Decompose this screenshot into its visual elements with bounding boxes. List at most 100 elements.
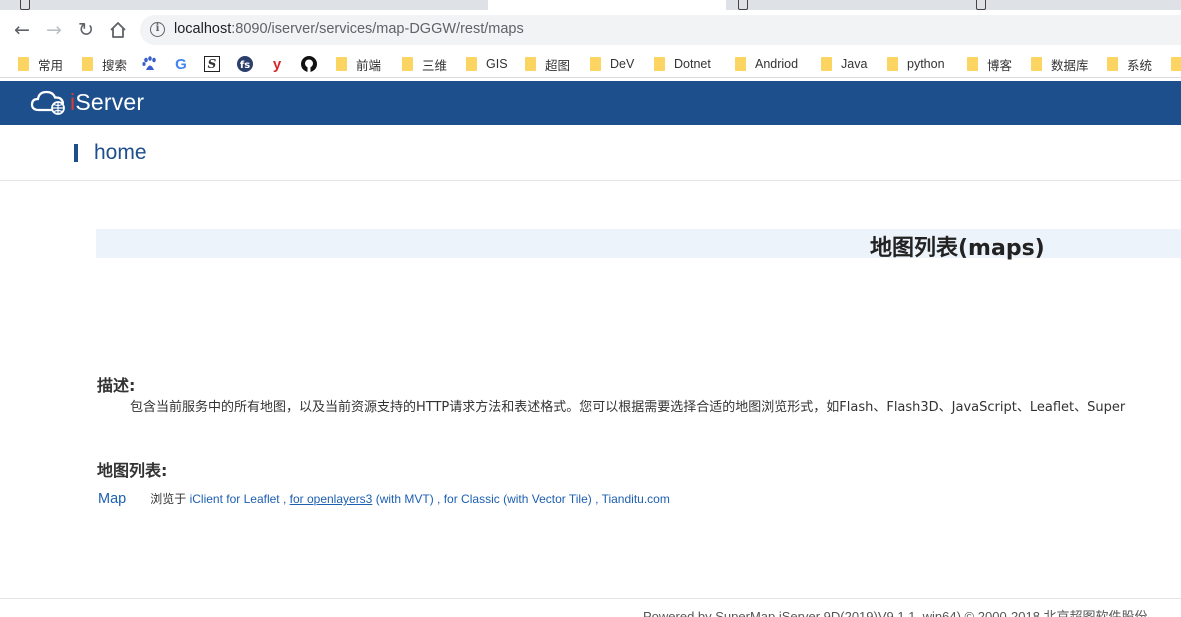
bookmark-google[interactable]: G — [172, 54, 190, 74]
bookmark-label: 前端 — [356, 58, 382, 73]
folder-icon — [82, 57, 93, 71]
separator: , — [591, 492, 602, 506]
bookmark-label: Andriod — [755, 57, 799, 71]
bookmark-label: 博客 — [987, 58, 1013, 73]
info-icon[interactable]: i — [150, 22, 165, 37]
bookmark-folder[interactable]: 超图 — [525, 54, 570, 74]
url-host: localhost — [174, 21, 232, 37]
browser-tab[interactable] — [728, 0, 964, 10]
folder-icon — [466, 57, 477, 71]
url-path: :8090/iserver/services/map-DGGW/rest/map… — [231, 21, 524, 37]
folder-icon — [590, 57, 601, 71]
bookmark-label: 搜索 — [102, 58, 128, 73]
leaflet-link[interactable]: iClient for Leaflet — [190, 492, 280, 506]
s-icon: S — [204, 56, 220, 72]
arrow-left-icon: ← — [14, 19, 30, 41]
classic-link[interactable]: for Classic — [444, 492, 500, 506]
bookmark-label: 超图 — [545, 58, 571, 73]
bookmark-label: 数据库 — [1051, 58, 1089, 73]
baidu-icon — [142, 56, 156, 70]
bookmark-folder[interactable]: Dotnet — [654, 54, 711, 74]
title-band: 地图列表(maps) — [96, 229, 1181, 261]
bookmark-s[interactable]: S — [204, 54, 220, 74]
folder-icon — [821, 57, 832, 71]
folder-icon — [887, 57, 898, 71]
bookmark-label: 常用 — [38, 58, 64, 73]
description-text: 包含当前服务中的所有地图，以及当前资源支持的HTTP请求方法和表述格式。您可以根… — [130, 400, 1126, 415]
page-icon — [738, 0, 748, 10]
openlayers3-link[interactable]: for openlayers3 — [290, 492, 373, 506]
bookmark-folder[interactable]: python — [887, 54, 945, 74]
browser-tab[interactable] — [250, 0, 488, 10]
map-link[interactable]: Map — [98, 491, 126, 507]
bookmark-label: Dotnet — [674, 57, 711, 71]
bookmark-folder[interactable]: 搜索 — [82, 54, 127, 74]
bookmark-label: Java — [841, 57, 868, 71]
browse-prefix: 浏览于 — [150, 492, 187, 506]
bookmark-folder[interactable]: Andriod — [735, 54, 798, 74]
bookmark-github[interactable] — [300, 54, 318, 74]
bookmark-folder[interactable]: 三维 — [402, 54, 447, 74]
google-icon: G — [175, 55, 187, 73]
bookmark-label: 系统 — [1127, 58, 1153, 73]
bookmark-folder[interactable] — [1171, 54, 1181, 74]
separator: , — [279, 492, 290, 506]
browser-tab[interactable] — [0, 0, 248, 10]
folder-icon — [1107, 57, 1118, 71]
browser-tab[interactable] — [966, 0, 1181, 10]
iserver-logo[interactable]: iServer — [30, 88, 144, 116]
address-bar[interactable]: i localhost:8090/iserver/services/map-DG… — [140, 15, 1181, 45]
home-button[interactable] — [106, 18, 130, 42]
tab-fragment — [262, 0, 462, 8]
cloud-globe-icon — [30, 90, 65, 115]
breadcrumb-marker — [74, 144, 78, 162]
bookmark-label: 三维 — [422, 58, 448, 73]
tianditu-link[interactable]: Tianditu.com — [602, 492, 670, 506]
footer-text: Powered by SuperMap iServer 9D(2019)V9.1… — [643, 609, 1148, 617]
bookmark-folder[interactable]: GIS — [466, 54, 508, 74]
logo-server: Server — [75, 88, 145, 115]
browser-toolbar: ← → ↻ i localhost:8090/iserver/services/… — [0, 10, 1181, 48]
app-header: iServer — [0, 81, 1181, 125]
breadcrumb-home-link[interactable]: home — [94, 141, 147, 165]
footer: Powered by SuperMap iServer 9D(2019)V9.1… — [643, 606, 1181, 617]
bookmark-label: GIS — [486, 57, 508, 71]
logo-text: iServer — [70, 89, 144, 116]
ol3-suffix: (with MVT) — [375, 492, 434, 506]
map-list-item: Map 浏览于 iClient for Leaflet , for openla… — [98, 490, 670, 510]
folder-icon — [18, 57, 29, 71]
reload-button[interactable]: ↻ — [74, 18, 98, 42]
folder-icon — [735, 57, 746, 71]
bookmark-folder[interactable]: 前端 — [336, 54, 381, 74]
bookmark-folder[interactable]: DeV — [590, 54, 634, 74]
folder-icon — [402, 57, 413, 71]
page-icon — [20, 0, 30, 10]
map-list-heading: 地图列表: — [97, 461, 168, 480]
browser-tab-active[interactable] — [488, 0, 726, 10]
folder-icon — [525, 57, 536, 71]
svg-text:fs: fs — [240, 60, 250, 71]
classic-suffix: (with Vector Tile) — [503, 492, 592, 506]
browse-options: 浏览于 iClient for Leaflet , for openlayers… — [150, 490, 670, 507]
folder-icon — [967, 57, 978, 71]
bookmark-folder[interactable]: 博客 — [967, 54, 1012, 74]
home-icon — [110, 22, 126, 38]
footer-divider — [0, 598, 1181, 599]
forward-button[interactable]: → — [42, 18, 66, 42]
bookmark-baidu[interactable] — [141, 54, 159, 74]
bookmarks-bar: 常用 搜索 G S fs y 前端 三维 GIS 超图 DeV Dotnet A… — [0, 48, 1181, 78]
bookmark-fs[interactable]: fs — [236, 54, 254, 74]
bookmark-folder[interactable]: 数据库 — [1031, 54, 1089, 74]
back-button[interactable]: ← — [10, 18, 34, 42]
bookmark-folder[interactable]: Java — [821, 54, 867, 74]
bookmark-folder[interactable]: 常用 — [18, 54, 63, 74]
bookmark-folder[interactable]: 系统 — [1107, 54, 1152, 74]
page-title: 地图列表(maps) — [870, 236, 1045, 261]
folder-icon — [1031, 57, 1042, 71]
bookmark-y[interactable]: y — [268, 54, 286, 74]
y-icon: y — [272, 55, 282, 73]
folder-icon — [1171, 57, 1181, 71]
fs-icon: fs — [237, 56, 253, 72]
address-url[interactable]: localhost:8090/iserver/services/map-DGGW… — [174, 21, 524, 37]
description-heading: 描述: — [97, 376, 136, 395]
